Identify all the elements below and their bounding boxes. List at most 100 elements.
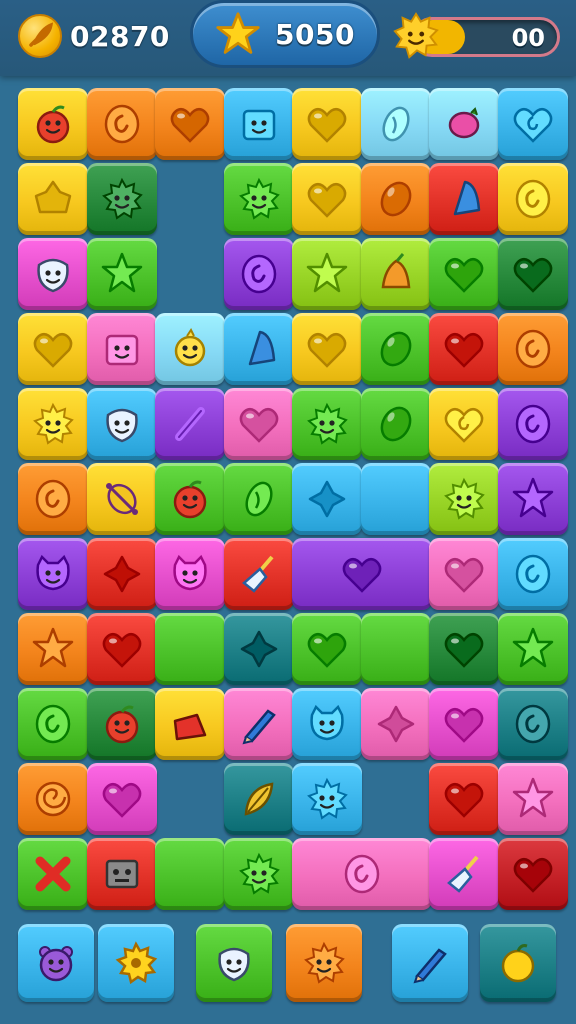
tile-r2-c2[interactable] [87, 163, 157, 235]
tile-r4-c6[interactable] [361, 313, 431, 385]
tile-r11-c8[interactable] [498, 838, 568, 910]
tile-r2-c5[interactable] [292, 163, 362, 235]
tile-r4-c3[interactable] [155, 313, 225, 385]
tile-r11-c5[interactable] [292, 838, 432, 910]
tile-r1-c1[interactable] [18, 88, 88, 160]
tile-r8-c2[interactable] [87, 613, 157, 685]
tile-r3-c8[interactable] [498, 238, 568, 310]
tile-r9-c8[interactable] [498, 688, 568, 760]
tile-r9-c4[interactable] [224, 688, 294, 760]
pear-icon [373, 251, 419, 297]
tile-r11-c4[interactable] [224, 838, 294, 910]
tile-r7-c2[interactable] [87, 538, 157, 610]
tile-r8-c7[interactable] [429, 613, 499, 685]
tile-r4-c7[interactable] [429, 313, 499, 385]
tile-r6-c3[interactable] [155, 463, 225, 535]
tile-r1-c7[interactable] [429, 88, 499, 160]
tile-r2-c7[interactable] [429, 163, 499, 235]
tile-r1-c2[interactable] [87, 88, 157, 160]
face-icon [211, 940, 257, 986]
tile-r9-c1[interactable] [18, 688, 88, 760]
seed-icon [236, 476, 282, 522]
tile-r4-c2[interactable] [87, 313, 157, 385]
tile-r4-c8[interactable] [498, 313, 568, 385]
tile-r8-c8[interactable] [498, 613, 568, 685]
tile-r6-c8[interactable] [498, 463, 568, 535]
tile-r3-c7[interactable] [429, 238, 499, 310]
tile-r11-c1[interactable] [18, 838, 88, 910]
tile-r5-c1[interactable] [18, 388, 88, 460]
tile-r8-c4[interactable] [224, 613, 294, 685]
slash-icon [167, 401, 213, 447]
tile-r7-c5[interactable] [292, 538, 432, 610]
tile-r2-c1[interactable] [18, 163, 88, 235]
tile-r2-c4[interactable] [224, 163, 294, 235]
tray-tile-8[interactable] [480, 924, 556, 1002]
tile-r7-c1[interactable] [18, 538, 88, 610]
tile-r6-c2[interactable] [87, 463, 157, 535]
tile-r9-c2[interactable] [87, 688, 157, 760]
tile-r10-c8[interactable] [498, 763, 568, 835]
tile-r3-c1[interactable] [18, 238, 88, 310]
game-board [18, 88, 568, 910]
tile-r6-c1[interactable] [18, 463, 88, 535]
tile-r1-c8[interactable] [498, 88, 568, 160]
tile-r5-c6[interactable] [361, 388, 431, 460]
tile-r5-c4[interactable] [224, 388, 294, 460]
tile-r4-c5[interactable] [292, 313, 362, 385]
tray-tile-1[interactable] [18, 924, 94, 1002]
coins-value: 02870 [70, 19, 170, 53]
tile-r8-c1[interactable] [18, 613, 88, 685]
tile-r9-c3[interactable] [155, 688, 225, 760]
tile-r5-c7[interactable] [429, 388, 499, 460]
tile-r9-c6[interactable] [361, 688, 431, 760]
tile-r11-c2[interactable] [87, 838, 157, 910]
tile-r6-c7[interactable] [429, 463, 499, 535]
tile-r6-c4[interactable] [224, 463, 294, 535]
tile-r3-c2[interactable] [87, 238, 157, 310]
tile-r7-c7[interactable] [429, 538, 499, 610]
tile-r1-c3[interactable] [155, 88, 225, 160]
tile-r5-c8[interactable] [498, 388, 568, 460]
tile-r8-c3[interactable] [155, 613, 225, 685]
tile-r11-c7[interactable] [429, 838, 499, 910]
tile-r7-c4[interactable] [224, 538, 294, 610]
tile-r6-c6[interactable] [361, 463, 431, 535]
tile-r7-c8[interactable] [498, 538, 568, 610]
coin-feather-icon [18, 14, 62, 58]
tile-r9-c5[interactable] [292, 688, 362, 760]
tile-r5-c3[interactable] [155, 388, 225, 460]
tile-r4-c4[interactable] [224, 313, 294, 385]
tile-r2-c6[interactable] [361, 163, 431, 235]
tile-r3-c4[interactable] [224, 238, 294, 310]
tile-r5-c2[interactable] [87, 388, 157, 460]
tray-tile-4[interactable] [196, 924, 272, 1002]
tile-r2-c8[interactable] [498, 163, 568, 235]
tile-r10-c5[interactable] [292, 763, 362, 835]
tray-tile-5[interactable] [286, 924, 362, 1002]
heart-icon [30, 326, 76, 372]
tile-r8-c6[interactable] [361, 613, 431, 685]
tile-r1-c4[interactable] [224, 88, 294, 160]
tile-r10-c1[interactable] [18, 763, 88, 835]
tile-r1-c6[interactable] [361, 88, 431, 160]
tile-r10-c2[interactable] [87, 763, 157, 835]
tile-r3-c6[interactable] [361, 238, 431, 310]
tray-tile-7[interactable] [392, 924, 468, 1002]
tile-r1-c5[interactable] [292, 88, 362, 160]
tile-r11-c3[interactable] [155, 838, 225, 910]
tile-r6-c5[interactable] [292, 463, 362, 535]
cone-icon [441, 176, 487, 222]
tile-r4-c1[interactable] [18, 313, 88, 385]
tile-r3-c5[interactable] [292, 238, 362, 310]
progress-text: 00 [511, 24, 545, 52]
tile-r10-c7[interactable] [429, 763, 499, 835]
tile-r5-c5[interactable] [292, 388, 362, 460]
tile-r8-c5[interactable] [292, 613, 362, 685]
tray-tile-2[interactable] [98, 924, 174, 1002]
star-icon [510, 776, 556, 822]
tile-r10-c4[interactable] [224, 763, 294, 835]
leaf-icon [236, 776, 282, 822]
tile-r9-c7[interactable] [429, 688, 499, 760]
tile-r7-c3[interactable] [155, 538, 225, 610]
